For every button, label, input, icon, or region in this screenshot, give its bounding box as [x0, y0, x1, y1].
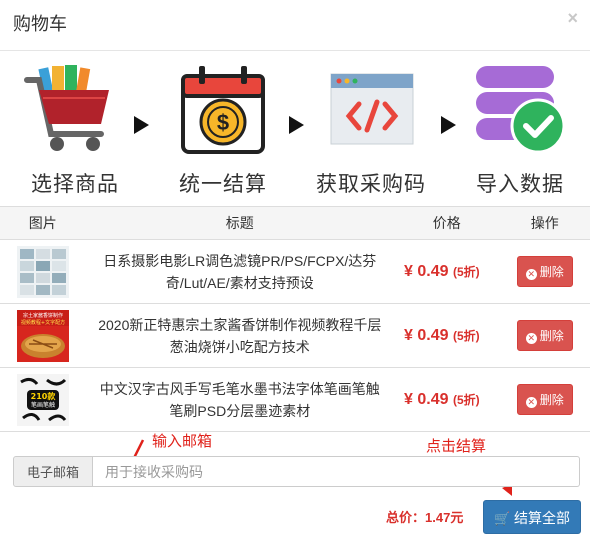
cart-table: 图片 标题 价格 操作 日系摄影电影LR调色滤镜PR/PS/FCPX/达芬奇/L… [0, 206, 590, 432]
product-title[interactable]: 中文汉字古风手写毛笔水墨书法字体笔画笔触笔刷PSD分层墨迹素材 [85, 367, 395, 432]
step-label: 选择商品 [31, 173, 119, 196]
close-icon[interactable]: × [567, 8, 578, 29]
column-header-price: 价格 [394, 206, 500, 240]
dialog-header: 购物车 × [0, 0, 590, 51]
svg-text:笔画笔触: 笔画笔触 [31, 401, 55, 409]
code-window-icon [330, 73, 414, 145]
product-title[interactable]: 2020新正特惠宗土家酱香饼制作视频教程千层葱油烧饼小吃配方技术 [85, 303, 395, 368]
discount-label: (5折) [452, 392, 480, 407]
step-label: 统一结算 [179, 173, 267, 196]
cart-icon: 🛒 [493, 511, 511, 526]
checkout-steps: 选择商品 $ 统一结算 获取采购码 导入数据 [0, 52, 590, 204]
arrow-right-icon [134, 116, 149, 134]
dialog-title: 购物车 [13, 14, 67, 34]
cart-dialog: 购物车 × 选择商品 $ 统一结算 获取采购码 导入数据 图片 标题 价格 操作… [0, 0, 590, 547]
calendar-dollar-icon: $ [181, 66, 265, 154]
table-row: 210款 笔画笔触 中文汉字古风手写毛笔水墨书法字体笔画笔触笔刷PSD分层墨迹素… [0, 367, 590, 432]
delete-button[interactable]: ✕ 删除 [516, 384, 573, 415]
discount-label: (5折) [452, 328, 480, 343]
delete-button[interactable]: ✕ 删除 [516, 256, 573, 287]
product-price: ¥ 0.49 (5折) [394, 367, 500, 432]
step-label: 导入数据 [476, 173, 564, 196]
column-header-image: 图片 [0, 206, 86, 240]
svg-text:210款: 210款 [31, 391, 57, 401]
total-price: 总价：1.47元 [386, 510, 464, 525]
table-row: 宗土家酱香饼制作 视频教程+文字配方 2020新正特惠宗土家酱香饼制作视频教程千… [0, 303, 590, 368]
svg-text:$: $ [217, 110, 229, 135]
close-circle-icon: ✕ [525, 397, 537, 408]
svg-text:宗土家酱香饼制作: 宗土家酱香饼制作 [23, 312, 63, 319]
cart-icon [24, 65, 109, 151]
column-header-title: 标题 [85, 206, 395, 240]
discount-label: (5折) [452, 264, 480, 279]
product-price: ¥ 0.49 (5折) [394, 303, 500, 368]
delete-button[interactable]: ✕ 删除 [516, 320, 573, 351]
email-label: 电子邮箱 [13, 456, 93, 487]
database-check-icon [476, 66, 566, 154]
product-thumbnail [17, 245, 69, 298]
table-header-row: 图片 标题 价格 操作 [0, 206, 590, 240]
svg-text:视频教程+文字配方: 视频教程+文字配方 [21, 319, 65, 326]
product-thumbnail: 210款 笔画笔触 [17, 373, 69, 426]
product-thumbnail: 宗土家酱香饼制作 视频教程+文字配方 [17, 309, 69, 362]
email-input-group: 电子邮箱 [13, 456, 580, 488]
table-row: 日系摄影电影LR调色滤镜PR/PS/FCPX/达芬奇/Lut/AE/素材支持预设… [0, 239, 590, 304]
email-field[interactable] [93, 456, 580, 487]
product-title[interactable]: 日系摄影电影LR调色滤镜PR/PS/FCPX/达芬奇/Lut/AE/素材支持预设 [85, 239, 395, 304]
close-circle-icon: ✕ [525, 333, 537, 344]
checkout-all-button[interactable]: 🛒 结算全部 [483, 500, 581, 534]
email-hint-annotation: 输入邮箱 [152, 433, 213, 450]
product-price: ¥ 0.49 (5折) [394, 239, 500, 304]
column-header-action: 操作 [499, 206, 590, 240]
close-circle-icon: ✕ [525, 269, 537, 280]
checkout-hint-annotation: 点击结算 [426, 438, 487, 455]
total-price-value: 1.47元 [425, 510, 464, 525]
step-label: 获取采购码 [316, 173, 426, 196]
